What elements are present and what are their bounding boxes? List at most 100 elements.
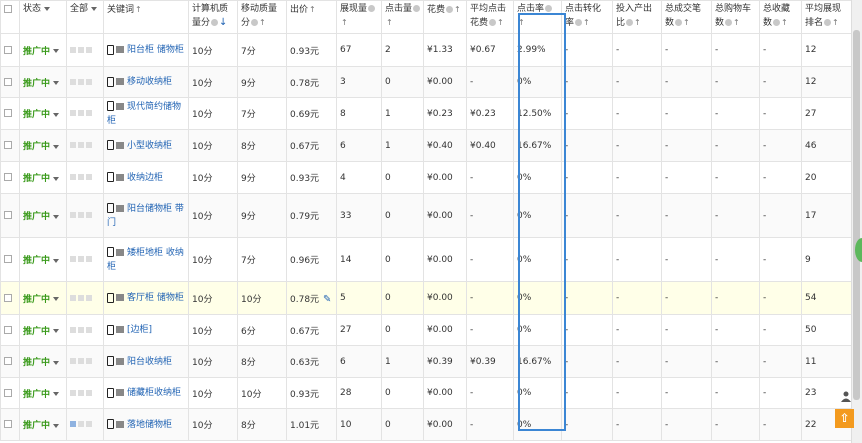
row-checkbox[interactable] (0, 161, 20, 194)
sort-icon[interactable]: ↑ (135, 5, 142, 14)
customer-service-icon[interactable] (840, 390, 852, 402)
keyword-cell[interactable]: 移动收纳柜 (103, 66, 189, 98)
help-icon[interactable] (211, 19, 219, 26)
sort-icon[interactable]: ↑ (583, 18, 590, 27)
sort-icon[interactable]: ↑ (634, 18, 641, 27)
status-cell[interactable]: 推广中 (19, 97, 67, 130)
keyword-link[interactable]: 收纳边柜 (127, 173, 163, 183)
header-bid[interactable]: 出价↑ (286, 0, 337, 34)
help-icon[interactable] (725, 19, 733, 26)
help-icon[interactable] (675, 19, 683, 26)
header-cvr[interactable]: 点击转化率 ↑ (561, 0, 613, 34)
row-checkbox[interactable] (0, 377, 20, 409)
keyword-link[interactable]: 落地储物柜 (127, 420, 172, 430)
help-icon[interactable] (545, 5, 553, 12)
sort-icon[interactable]: ↑ (309, 5, 316, 14)
help-icon[interactable] (413, 5, 421, 12)
status-cell[interactable]: 推广中 (19, 129, 67, 162)
row-checkbox[interactable] (0, 97, 20, 130)
help-icon[interactable] (824, 19, 832, 26)
header-avg-rank[interactable]: 平均展现排名 ↑ (801, 0, 851, 34)
header-roi[interactable]: 投入产出比 ↑ (612, 0, 662, 34)
keyword-cell[interactable]: 阳台储物柜 带门 (103, 193, 189, 238)
header-orders[interactable]: 总成交笔数 ↑ (661, 0, 712, 34)
keyword-cell[interactable]: 阳台收纳柜 (103, 345, 189, 378)
help-icon[interactable] (489, 19, 497, 26)
help-icon[interactable] (773, 19, 781, 26)
keyword-cell[interactable]: 储藏柜收纳柜 (103, 377, 189, 409)
header-keyword[interactable]: 关键词↑ (103, 0, 189, 34)
header-pc-quality[interactable]: 计算机质量分 ↓ (188, 0, 238, 34)
header-ctr[interactable]: 点击率↑ (513, 0, 562, 34)
header-fav[interactable]: 总收藏数 ↑ (759, 0, 802, 34)
back-to-top-button[interactable]: ⇧ (835, 409, 854, 428)
keyword-cell[interactable]: 小型收纳柜 (103, 129, 189, 162)
row-checkbox[interactable] (0, 281, 20, 315)
header-avg-cpc[interactable]: 平均点击花费 ↑ (466, 0, 514, 34)
header-cost[interactable]: 花费 ↑ (423, 0, 467, 34)
cell-ctr: 0% (513, 377, 562, 409)
help-icon[interactable] (368, 5, 376, 12)
keyword-cell[interactable]: [边柜] (103, 314, 189, 346)
keyword-link[interactable]: 客厅柜 储物柜 (127, 293, 184, 303)
sort-icon[interactable]: ↑ (832, 18, 839, 27)
keyword-cell[interactable]: 阳台柜 储物柜 (103, 33, 189, 67)
status-cell[interactable]: 推广中 (19, 66, 67, 98)
header-status[interactable]: 状态 (19, 0, 67, 34)
header-impressions[interactable]: 展现量↑ (336, 0, 382, 34)
keyword-link[interactable]: 储藏柜收纳柜 (127, 388, 181, 398)
select-all-checkbox[interactable] (0, 0, 20, 34)
sort-icon[interactable]: ↑ (733, 18, 740, 27)
keyword-link[interactable]: [边柜] (127, 325, 152, 335)
keyword-cell[interactable]: 客厅柜 储物柜 (103, 281, 189, 315)
status-cell[interactable]: 推广中 (19, 345, 67, 378)
row-checkbox[interactable] (0, 33, 20, 67)
keyword-cell[interactable]: 收纳边柜 (103, 161, 189, 194)
status-cell[interactable]: 推广中 (19, 33, 67, 67)
row-checkbox[interactable] (0, 66, 20, 98)
keyword-link[interactable]: 阳台柜 储物柜 (127, 45, 184, 55)
row-checkbox[interactable] (0, 129, 20, 162)
sort-icon[interactable]: ↑ (497, 18, 504, 27)
row-checkbox[interactable] (0, 314, 20, 346)
sort-icon[interactable]: ↑ (259, 18, 266, 27)
keyword-link[interactable]: 阳台收纳柜 (127, 357, 172, 367)
keyword-cell[interactable]: 落地储物柜 (103, 408, 189, 441)
header-all[interactable]: 全部 (66, 0, 104, 34)
sort-icon[interactable]: ↑ (386, 18, 393, 27)
status-cell[interactable]: 推广中 (19, 408, 67, 441)
header-mobile-quality[interactable]: 移动质量分 ↑ (237, 0, 287, 34)
row-checkbox[interactable] (0, 237, 20, 282)
status-cell[interactable]: 推广中 (19, 161, 67, 194)
sort-icon[interactable]: ↑ (454, 5, 461, 14)
help-icon[interactable] (251, 19, 259, 26)
status-cell[interactable]: 推广中 (19, 237, 67, 282)
help-icon[interactable] (575, 19, 583, 26)
indicator-square (86, 142, 92, 148)
cell-roi: - (612, 129, 662, 162)
row-checkbox[interactable] (0, 345, 20, 378)
help-icon[interactable] (446, 6, 454, 13)
keyword-link[interactable]: 移动收纳柜 (127, 77, 172, 87)
sort-icon[interactable]: ↑ (341, 18, 348, 27)
sort-icon[interactable]: ↑ (518, 18, 525, 27)
status-cell[interactable]: 推广中 (19, 314, 67, 346)
cell-cvr: - (561, 281, 613, 315)
row-checkbox[interactable] (0, 408, 20, 441)
header-cart[interactable]: 总购物车数 ↑ (711, 0, 760, 34)
keyword-cell[interactable]: 现代简约储物柜 (103, 97, 189, 130)
side-float-button[interactable] (855, 238, 862, 262)
header-clicks[interactable]: 点击量↑ (381, 0, 424, 34)
sort-desc-icon[interactable]: ↓ (219, 17, 227, 28)
status-cell[interactable]: 推广中 (19, 193, 67, 238)
sort-icon[interactable]: ↑ (683, 18, 690, 27)
sort-icon[interactable]: ↑ (781, 18, 788, 27)
status-cell[interactable]: 推广中 (19, 281, 67, 315)
help-icon[interactable] (626, 19, 634, 26)
keyword-cell[interactable]: 矮柜地柜 收纳柜 (103, 237, 189, 282)
status-cell[interactable]: 推广中 (19, 377, 67, 409)
edit-pencil-icon[interactable]: ✎ (323, 294, 331, 305)
scrollbar-thumb[interactable] (853, 30, 860, 400)
keyword-link[interactable]: 小型收纳柜 (127, 141, 172, 151)
row-checkbox[interactable] (0, 193, 20, 238)
